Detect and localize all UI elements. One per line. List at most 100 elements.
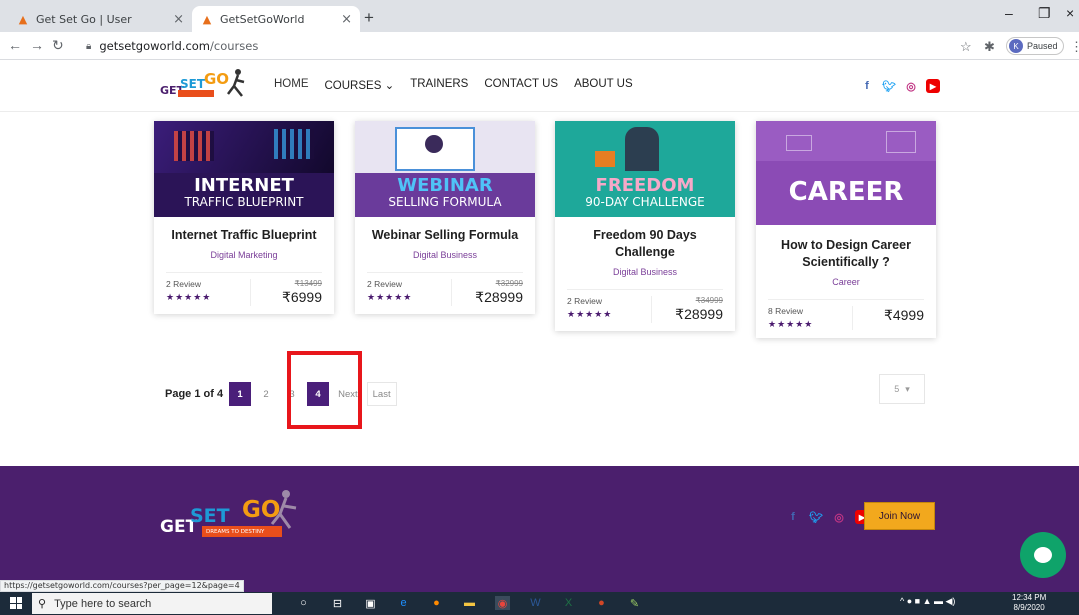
chrome-icon[interactable]: ◉ xyxy=(495,596,510,610)
svg-text:SET: SET xyxy=(190,505,230,527)
close-icon[interactable]: × xyxy=(341,12,352,27)
twitter-icon[interactable]: 🐦︎ xyxy=(809,510,823,524)
course-category: Digital Business xyxy=(412,250,478,260)
new-tab-button[interactable]: + xyxy=(364,8,374,28)
maximize-icon[interactable]: ❐ xyxy=(1038,5,1051,22)
course-price: ₹28999 xyxy=(475,289,523,305)
taskbar-clock[interactable]: 12:34 PM 8/9/2020 xyxy=(1012,593,1046,613)
course-card[interactable]: INTERNET TRAFFIC BLUEPRINT Internet Traf… xyxy=(154,121,334,314)
course-card[interactable]: FREEDOM 90-DAY CHALLENGE Freedom 90 Days… xyxy=(555,121,735,331)
course-title[interactable]: Webinar Selling Formula xyxy=(367,227,523,244)
footer-logo-tagline: DREAMS TO DESTINY xyxy=(206,529,265,535)
site-header: GET SET GO HOME COURSES ⌄ TRAINERS CONTA… xyxy=(0,60,1079,112)
per-page-select[interactable]: 5 ▾ xyxy=(879,374,925,404)
banner-headline: WEBINAR xyxy=(397,175,493,196)
site-favicon-icon: ▲ xyxy=(202,12,212,26)
facebook-icon[interactable]: f xyxy=(860,79,874,93)
course-category: Career xyxy=(832,277,860,287)
screen: ▲ Get Set Go | User × ▲ GetSetGoWorld × … xyxy=(0,0,1079,615)
reload-icon[interactable]: ↻ xyxy=(52,37,64,54)
status-bar-url: https://getsetgoworld.com/courses?per_pa… xyxy=(0,580,244,592)
course-price: ₹4999 xyxy=(883,307,924,323)
clock-date: 8/9/2020 xyxy=(1013,603,1045,612)
per-page-value: 5 xyxy=(894,384,900,394)
course-card[interactable]: CAREER How to Design Career Scientifical… xyxy=(756,121,936,338)
rating-stars: ★★★★★ xyxy=(768,319,814,329)
excel-icon[interactable]: X xyxy=(561,596,576,610)
taskbar-search[interactable]: ⚲ Type here to search xyxy=(32,593,272,614)
paint-icon[interactable]: ✎ xyxy=(627,596,642,610)
system-tray-icons[interactable]: ^ ● ■ ▲ ▬ ◀) xyxy=(900,596,955,607)
course-card[interactable]: WEBINAR SELLING FORMULA Webinar Selling … xyxy=(355,121,535,314)
nav-about-us[interactable]: ABOUT US xyxy=(574,78,633,92)
extensions-icon[interactable]: ✱ xyxy=(984,39,995,55)
task-view-icon[interactable]: ⊟ xyxy=(330,596,345,610)
course-category: Digital Marketing xyxy=(210,250,278,260)
page-indicator: Page 1 of 4 xyxy=(165,388,224,400)
avatar: K xyxy=(1009,39,1023,53)
facebook-icon[interactable]: f xyxy=(786,510,800,524)
course-banner: WEBINAR SELLING FORMULA xyxy=(355,121,535,217)
profile-button[interactable]: K Paused xyxy=(1006,37,1064,55)
firefox-icon[interactable]: ● xyxy=(429,596,444,610)
annotation-highlight-box xyxy=(287,351,362,429)
forward-icon[interactable]: → xyxy=(30,37,44,53)
instagram-icon[interactable]: ◎ xyxy=(904,79,918,93)
review-count: 8 Review xyxy=(768,306,803,316)
original-price: ₹32999 xyxy=(495,279,523,288)
profile-status: Paused xyxy=(1027,41,1058,51)
windows-taskbar: ⚲ Type here to search ○ ⊟ ▣ e ● ▬ ◉ W X … xyxy=(0,592,1079,615)
getsetgo-logo[interactable]: GET SET GO xyxy=(158,64,254,104)
tab-title: Get Set Go | User xyxy=(36,12,132,26)
menu-icon[interactable]: ⋮ xyxy=(1070,39,1079,55)
page-2-button[interactable]: 2 xyxy=(255,382,277,406)
tab-get-set-go-user[interactable]: ▲ Get Set Go | User × xyxy=(8,6,192,32)
chat-widget-button[interactable] xyxy=(1020,532,1066,578)
windows-start-icon[interactable] xyxy=(10,597,22,609)
edge-icon[interactable]: e xyxy=(396,596,411,610)
instagram-icon[interactable]: ◎ xyxy=(832,510,846,524)
minimize-icon[interactable]: – xyxy=(1005,5,1013,21)
tab-getsetgoworld[interactable]: ▲ GetSetGoWorld × xyxy=(192,6,360,32)
course-title[interactable]: Freedom 90 Days Challenge xyxy=(567,227,723,261)
file-explorer-icon[interactable]: ▬ xyxy=(462,596,477,610)
banner-headline: INTERNET xyxy=(194,175,294,196)
cortana-icon[interactable]: ○ xyxy=(296,596,311,610)
banner-subline: SELLING FORMULA xyxy=(388,195,502,209)
taskbar-search-placeholder: Type here to search xyxy=(54,597,152,610)
url-path: /courses xyxy=(210,39,259,53)
close-icon[interactable]: × xyxy=(173,12,184,27)
nav-courses[interactable]: COURSES ⌄ xyxy=(325,78,395,92)
svg-text:GO: GO xyxy=(204,70,229,88)
course-banner: CAREER xyxy=(756,121,936,225)
address-bar[interactable]: 🔒︎ getsetgoworld.com/courses xyxy=(86,36,906,56)
svg-text:SET: SET xyxy=(180,77,206,91)
url-domain: getsetgoworld.com xyxy=(99,39,211,53)
course-title[interactable]: How to Design Career Scientifically ? xyxy=(768,237,924,271)
course-title[interactable]: Internet Traffic Blueprint xyxy=(166,227,322,244)
back-icon[interactable]: ← xyxy=(8,37,22,53)
browser-toolbar: ← → ↻ 🔒︎ getsetgoworld.com/courses ☆ ✱ K… xyxy=(0,32,1079,60)
course-banner: FREEDOM 90-DAY CHALLENGE xyxy=(555,121,735,217)
search-icon: ⚲ xyxy=(38,598,47,610)
original-price: ₹13499 xyxy=(294,279,322,288)
join-now-button[interactable]: Join Now xyxy=(864,502,935,530)
last-button[interactable]: Last xyxy=(366,382,397,406)
main-nav: HOME COURSES ⌄ TRAINERS CONTACT US ABOUT… xyxy=(274,78,633,92)
close-window-icon[interactable]: × xyxy=(1066,5,1074,21)
header-social-links: f 🐦︎ ◎ ▶ xyxy=(860,79,940,93)
pagination: Page 1 of 4 1 2 3 4 Next Last xyxy=(165,382,401,406)
app-icon[interactable]: ● xyxy=(594,596,609,610)
twitter-icon[interactable]: 🐦︎ xyxy=(882,79,896,93)
footer-logo[interactable]: GET SET GO xyxy=(158,484,298,550)
clock-time: 12:34 PM xyxy=(1012,593,1047,602)
page-1-button[interactable]: 1 xyxy=(229,382,252,406)
nav-home[interactable]: HOME xyxy=(274,78,309,92)
word-icon[interactable]: W xyxy=(528,596,543,610)
banner-headline: FREEDOM xyxy=(595,175,695,196)
nav-trainers[interactable]: TRAINERS xyxy=(410,78,468,92)
nav-contact-us[interactable]: CONTACT US xyxy=(484,78,558,92)
youtube-icon[interactable]: ▶ xyxy=(926,79,940,93)
photos-app-icon[interactable]: ▣ xyxy=(363,596,378,610)
bookmark-star-icon[interactable]: ☆ xyxy=(960,39,972,55)
